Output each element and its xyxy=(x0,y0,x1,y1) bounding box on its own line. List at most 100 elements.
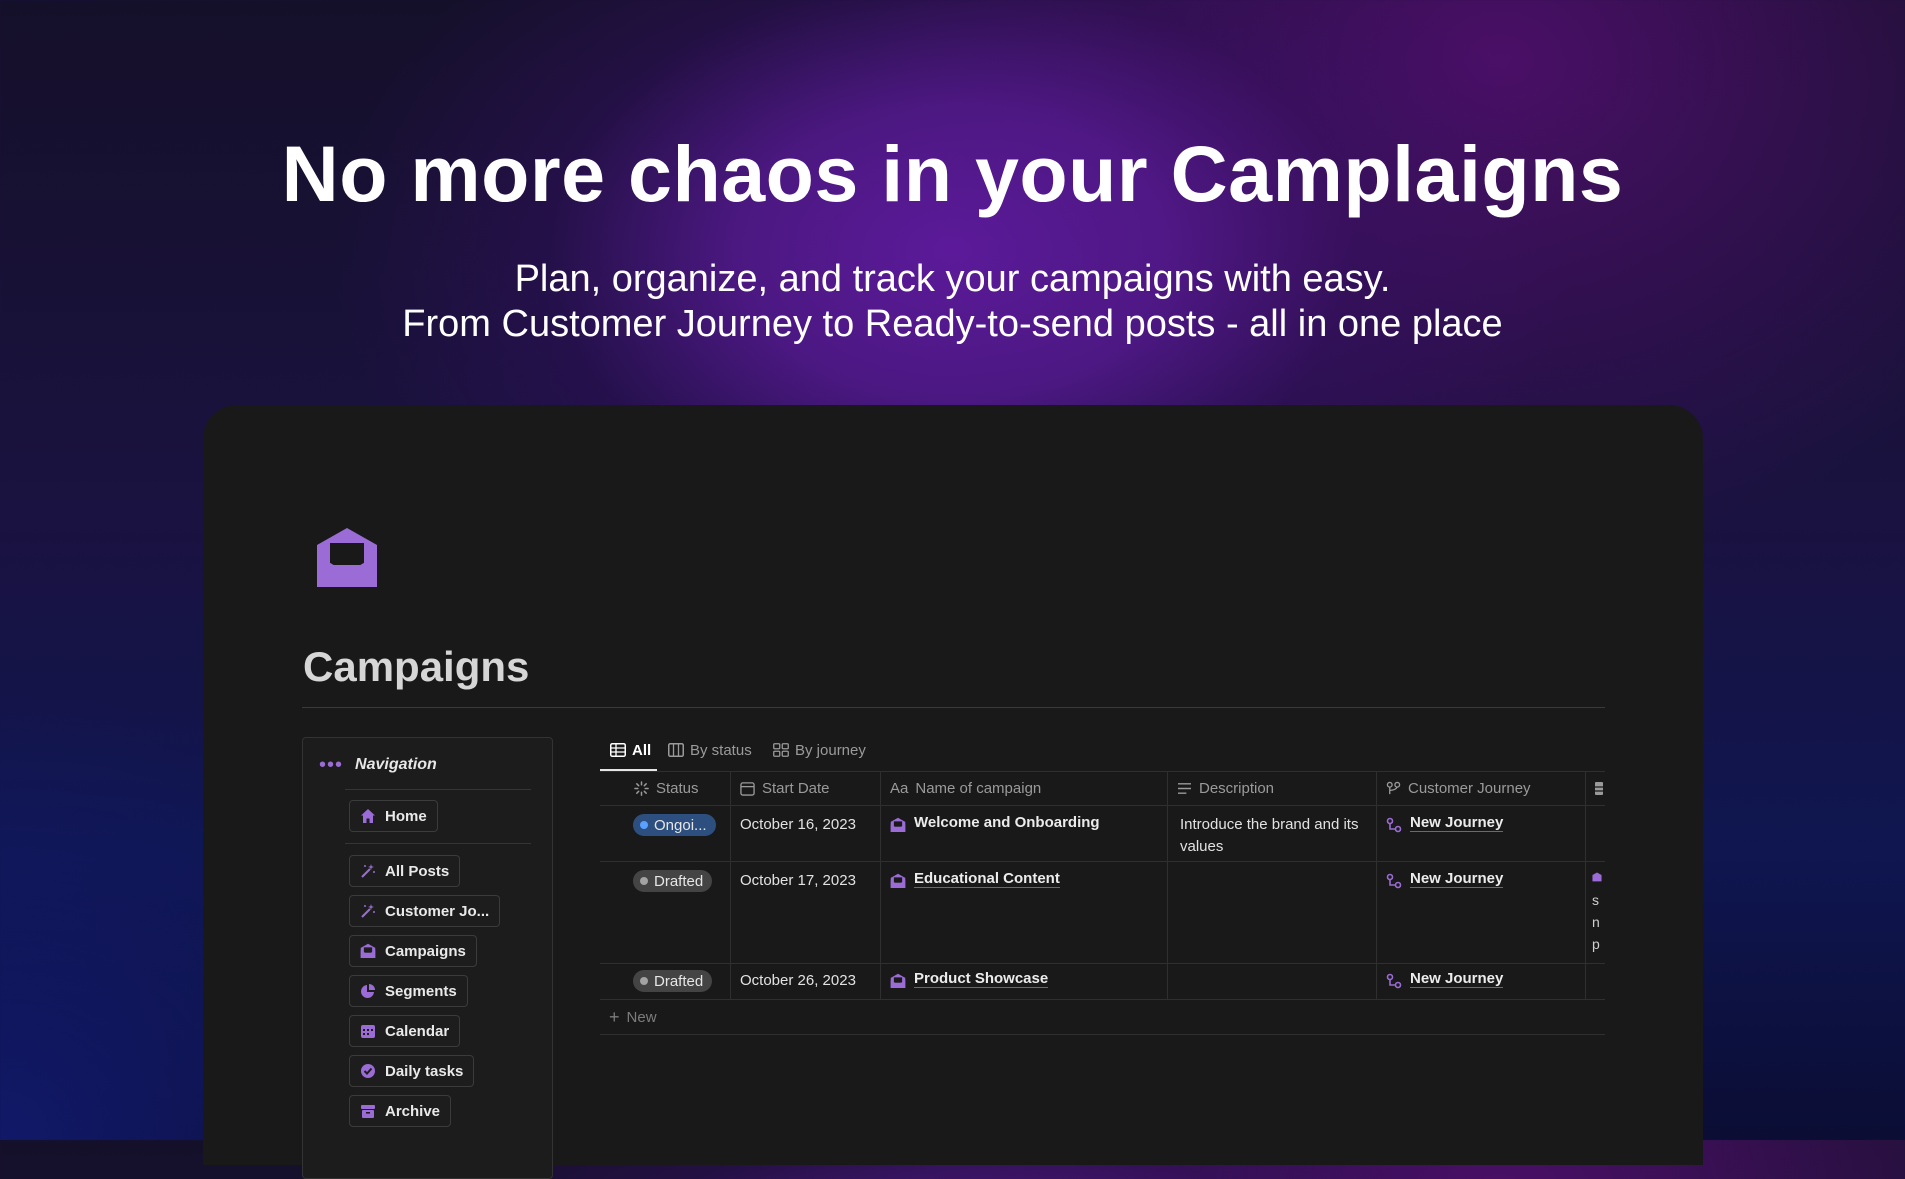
table-header-row: Status Start Date Aa Name of campaign De… xyxy=(600,772,1605,806)
column-header-customer-journey[interactable]: Customer Journey xyxy=(1377,772,1586,805)
journey-link[interactable]: New Journey xyxy=(1410,970,1504,988)
table-row[interactable]: Drafted October 17, 2023 Educational Con… xyxy=(600,862,1605,964)
tab-label: All xyxy=(632,741,652,759)
start-date-cell[interactable]: October 26, 2023 xyxy=(731,964,881,999)
column-header-description[interactable]: Description xyxy=(1168,772,1377,805)
column-header-label: Description xyxy=(1199,780,1275,797)
status-badge: Ongoi... xyxy=(633,814,716,836)
title-divider xyxy=(302,707,1605,708)
column-header-label: Customer Journey xyxy=(1408,780,1531,797)
column-header-start-date[interactable]: Start Date xyxy=(731,772,881,805)
journey-cell[interactable]: New Journey xyxy=(1377,862,1586,963)
column-header-label: Name of campaign xyxy=(915,780,1042,797)
check-circle-icon xyxy=(361,1064,375,1078)
hero-subtitle-line1: Plan, organize, and track your campaigns… xyxy=(514,258,1391,300)
start-date-cell[interactable]: October 16, 2023 xyxy=(731,806,881,861)
notion-page-panel: Campaigns ••• Navigation Home All Posts … xyxy=(203,405,1703,1179)
truncated-text: s n p xyxy=(1592,892,1600,952)
envelope-open-icon xyxy=(890,973,906,989)
tab-all[interactable]: All xyxy=(610,733,651,767)
table-row[interactable]: Drafted October 26, 2023 Product Showcas… xyxy=(600,964,1605,1000)
nav-button-label: Campaigns xyxy=(385,942,466,960)
nav-button-campaigns[interactable]: Campaigns xyxy=(349,935,477,967)
name-cell[interactable]: Product Showcase xyxy=(881,964,1168,999)
text-lines-icon xyxy=(1178,783,1191,794)
more-dots-icon[interactable]: ••• xyxy=(319,755,343,775)
column-header-name[interactable]: Aa Name of campaign xyxy=(881,772,1168,805)
pie-chart-icon xyxy=(361,984,375,998)
nav-divider xyxy=(345,843,531,844)
nav-button-daily-tasks[interactable]: Daily tasks xyxy=(349,1055,475,1087)
text-type-icon: Aa xyxy=(890,780,909,797)
status-cell[interactable]: Drafted xyxy=(600,862,731,963)
start-date-cell[interactable]: October 17, 2023 xyxy=(731,862,881,963)
journey-cell[interactable]: New Journey xyxy=(1377,964,1586,999)
column-type-icon xyxy=(1595,782,1603,795)
nav-button-label: Calendar xyxy=(385,1022,450,1040)
envelope-open-icon xyxy=(360,943,376,959)
extra-cell[interactable] xyxy=(1586,964,1605,999)
table-icon xyxy=(610,743,626,757)
journey-link[interactable]: New Journey xyxy=(1410,870,1504,888)
column-header-status[interactable]: Status xyxy=(600,772,731,805)
journey-link[interactable]: New Journey xyxy=(1410,814,1504,832)
nav-button-archive[interactable]: Archive xyxy=(349,1095,452,1127)
calendar-outline-icon xyxy=(740,782,755,796)
board-icon xyxy=(668,743,684,757)
nav-button-customer-journey[interactable]: Customer Jo... xyxy=(349,895,501,927)
description-cell[interactable]: Introduce the brand and its values xyxy=(1168,806,1377,861)
navigation-title: Navigation xyxy=(355,756,437,773)
tab-by-journey[interactable]: By journey xyxy=(773,733,866,767)
tab-by-status[interactable]: By status xyxy=(668,733,752,767)
nav-divider xyxy=(345,789,531,790)
hero-title: No more chaos in your Camplaigns xyxy=(281,129,1624,218)
journey-relation-icon xyxy=(1386,817,1402,833)
nav-button-home[interactable]: Home xyxy=(349,800,438,832)
status-cell[interactable]: Ongoi... xyxy=(600,806,731,861)
journey-cell[interactable]: New Journey xyxy=(1377,806,1586,861)
navigation-card: ••• Navigation Home All Posts Customer J… xyxy=(302,737,553,1179)
status-cell[interactable]: Drafted xyxy=(600,964,731,999)
extra-cell[interactable] xyxy=(1586,806,1605,861)
campaign-name-link[interactable]: Product Showcase xyxy=(914,970,1049,988)
tab-label: By status xyxy=(690,741,752,759)
table-row[interactable]: Ongoi... October 16, 2023 Welcome and On… xyxy=(600,806,1605,862)
magic-wand-icon xyxy=(361,904,375,918)
page-title: Campaigns xyxy=(303,643,530,690)
campaign-name-link[interactable]: Educational Content xyxy=(914,870,1060,888)
nav-button-label: Archive xyxy=(385,1102,441,1120)
status-label: Drafted xyxy=(654,972,704,990)
add-new-row-button[interactable]: + New xyxy=(600,1001,1605,1035)
calendar-icon xyxy=(361,1025,375,1038)
tab-label: By journey xyxy=(795,741,866,759)
column-header-label: Start Date xyxy=(762,780,830,797)
description-cell[interactable] xyxy=(1168,862,1377,963)
relation-icon xyxy=(1386,781,1401,795)
envelope-open-icon xyxy=(1592,872,1602,882)
new-row-label: New xyxy=(626,1009,657,1026)
status-badge: Drafted xyxy=(633,870,713,892)
status-label: Drafted xyxy=(654,872,704,890)
description-cell[interactable] xyxy=(1168,964,1377,999)
envelope-open-icon xyxy=(890,873,906,889)
nav-button-calendar[interactable]: Calendar xyxy=(349,1015,461,1047)
hero-subtitle-line2: From Customer Journey to Ready-to-send p… xyxy=(402,303,1503,345)
campaign-name-link[interactable]: Welcome and Onboarding xyxy=(914,814,1100,831)
nav-button-label: Customer Jo... xyxy=(385,902,490,920)
extra-cell[interactable]: s n p xyxy=(1586,862,1605,963)
nav-button-label: All Posts xyxy=(385,862,450,880)
name-cell[interactable]: Educational Content xyxy=(881,862,1168,963)
nav-button-label: Segments xyxy=(385,982,457,1000)
journey-relation-icon xyxy=(1386,873,1402,889)
name-cell[interactable]: Welcome and Onboarding xyxy=(881,806,1168,861)
column-header-more[interactable] xyxy=(1586,772,1605,805)
status-spinner-icon xyxy=(634,781,649,796)
status-badge: Drafted xyxy=(633,970,713,992)
nav-button-label: Home xyxy=(385,807,427,825)
nav-button-segments[interactable]: Segments xyxy=(349,975,468,1007)
magic-wand-icon xyxy=(361,864,375,878)
gallery-icon xyxy=(773,743,789,757)
nav-button-all-posts[interactable]: All Posts xyxy=(349,855,461,887)
nav-button-label: Daily tasks xyxy=(385,1062,464,1080)
envelope-open-icon xyxy=(890,817,906,833)
